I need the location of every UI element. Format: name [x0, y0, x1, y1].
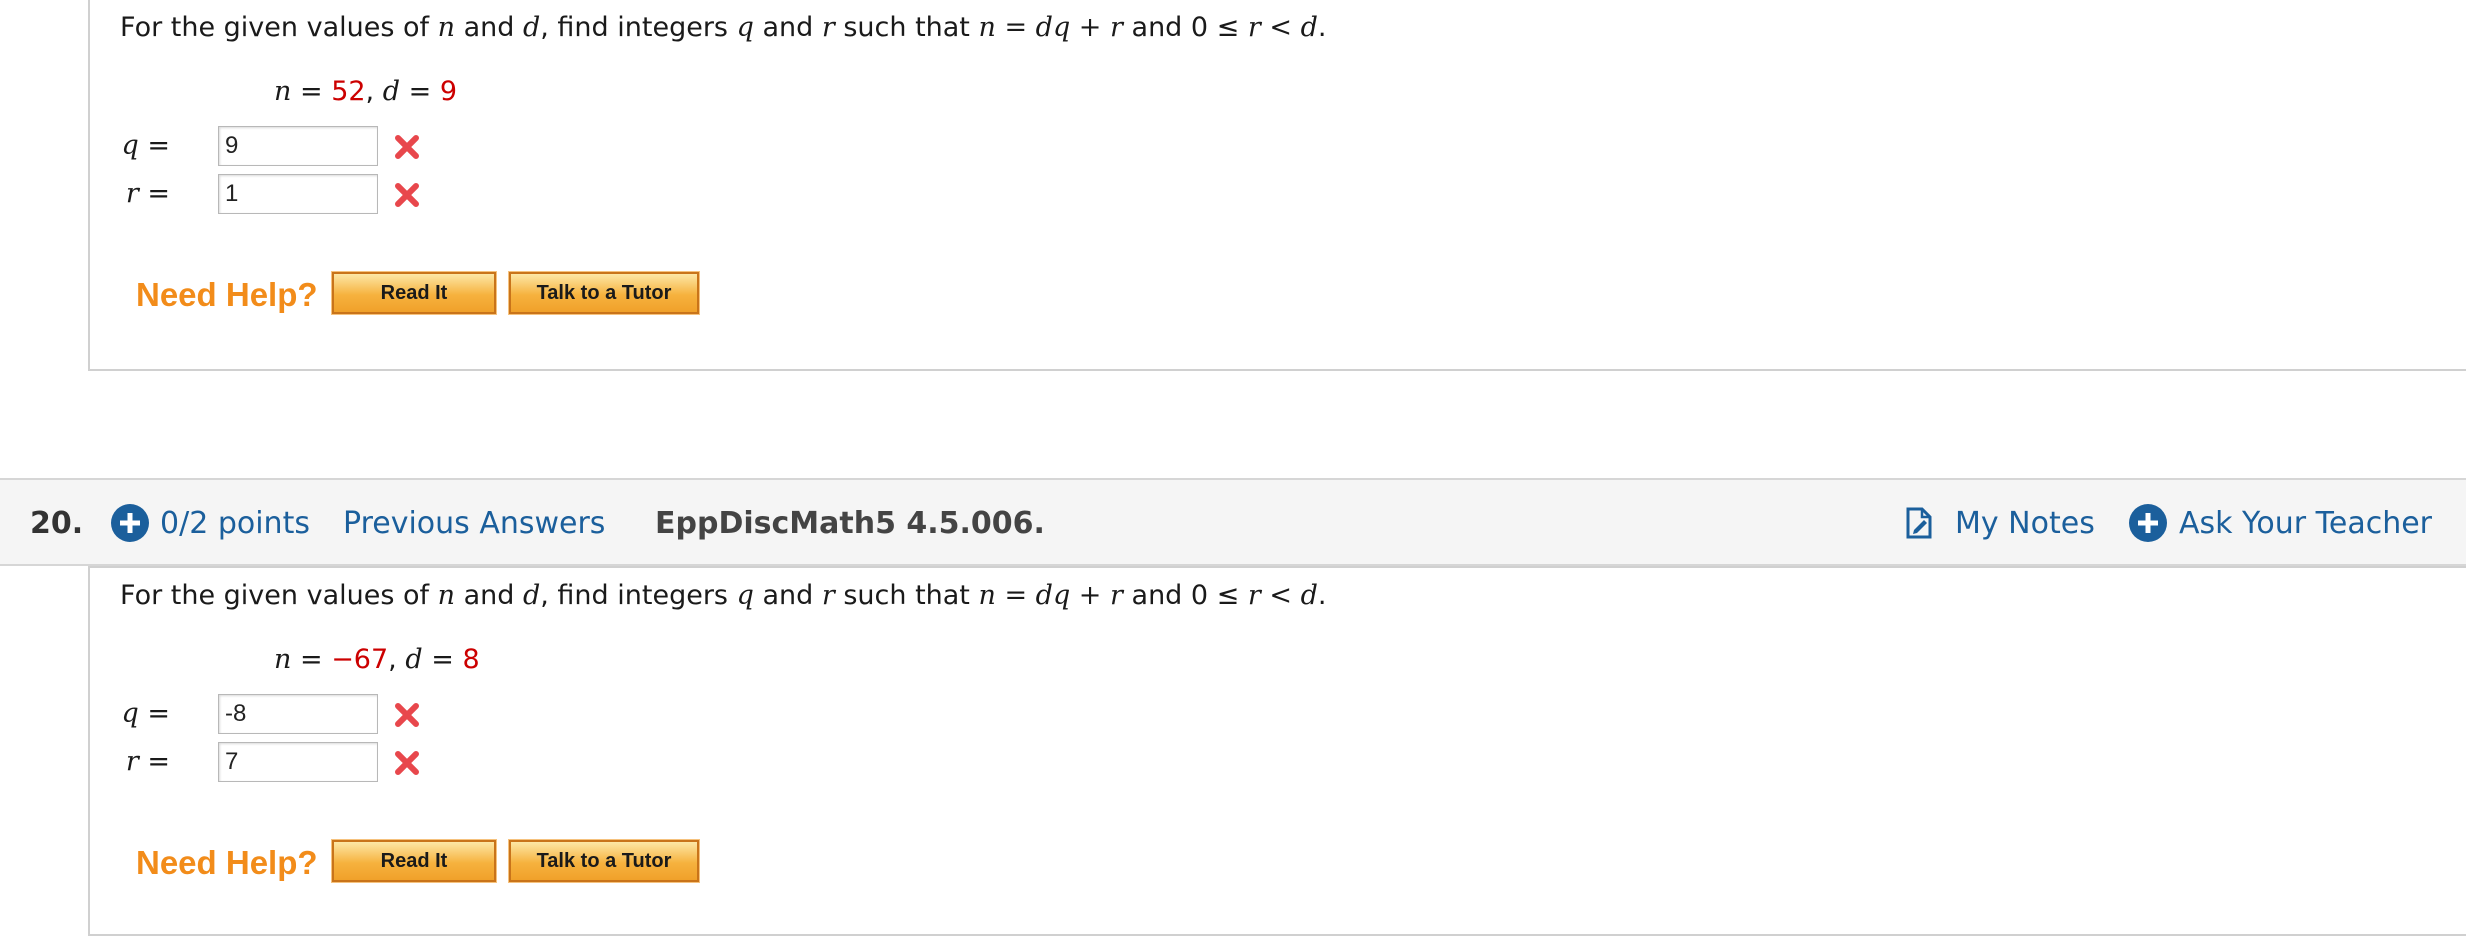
answer-label: q =: [121, 698, 170, 729]
r-answer-input[interactable]: [218, 174, 378, 214]
d-value: 9: [439, 76, 457, 107]
previous-answers-link[interactable]: Previous Answers: [343, 506, 605, 541]
given-values: n = 52, d = 9: [274, 76, 457, 107]
n-value: −67: [331, 644, 389, 675]
talk-to-tutor-button[interactable]: Talk to a Tutor: [508, 271, 700, 315]
points-toggle[interactable]: 0/2 points: [160, 506, 310, 541]
page: For the given values of n and d, find in…: [0, 0, 2466, 940]
n-value: 52: [331, 76, 366, 107]
x-mark-icon: [395, 183, 419, 207]
question-prompt: For the given values of n and d, find in…: [120, 12, 1327, 43]
question-id: EppDiscMath5 4.5.006.: [655, 506, 1045, 541]
my-notes-link[interactable]: My Notes: [1955, 506, 2095, 541]
question-box-20: For the given values of n and d, find in…: [88, 566, 2466, 936]
answer-label: r =: [125, 746, 170, 777]
read-it-button[interactable]: Read It: [331, 839, 497, 883]
read-it-button[interactable]: Read It: [331, 271, 497, 315]
x-mark-icon: [395, 703, 419, 727]
given-values: n = −67, d = 8: [274, 644, 480, 675]
q-answer-input[interactable]: [218, 694, 378, 734]
x-mark-icon: [395, 751, 419, 775]
ask-your-teacher-link[interactable]: Ask Your Teacher: [2179, 506, 2432, 541]
d-value: 8: [462, 644, 480, 675]
question-number: 20.: [30, 506, 84, 541]
answer-label: q =: [121, 130, 170, 161]
plus-circle-icon[interactable]: [110, 503, 150, 543]
q-answer-input[interactable]: [218, 126, 378, 166]
need-help-label: Need Help?: [136, 276, 318, 313]
talk-to-tutor-button[interactable]: Talk to a Tutor: [508, 839, 700, 883]
question-prompt: For the given values of n and d, find in…: [120, 580, 1327, 611]
notes-icon[interactable]: [1904, 506, 1934, 540]
question-header: 20. 0/2 points Previous Answers EppDiscM…: [0, 478, 2466, 566]
answer-label: r =: [125, 178, 170, 209]
r-answer-input[interactable]: [218, 742, 378, 782]
plus-circle-icon[interactable]: [2128, 503, 2168, 543]
need-help-label: Need Help?: [136, 844, 318, 881]
x-mark-icon: [395, 135, 419, 159]
question-box-19: For the given values of n and d, find in…: [88, 0, 2466, 371]
